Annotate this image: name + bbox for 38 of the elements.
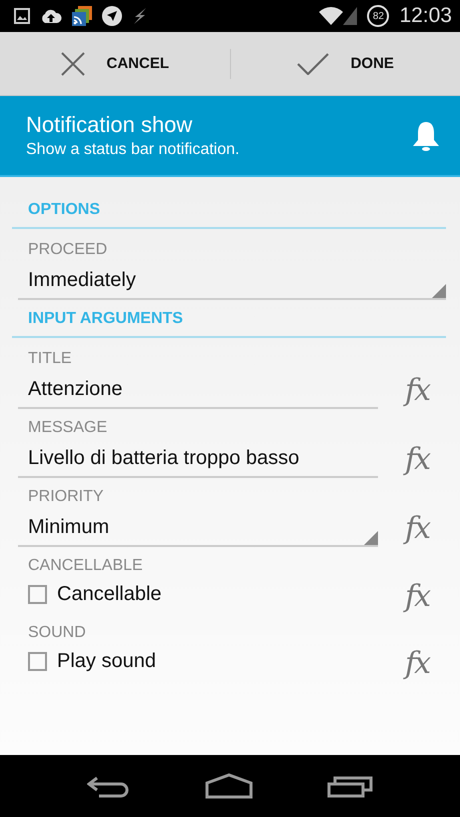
wifi-icon <box>319 7 344 25</box>
header-subtitle: Show a status bar notification. <box>26 141 240 159</box>
section-header: OPTIONS <box>27 201 102 220</box>
checkbox[interactable]: Play sound <box>12 648 156 679</box>
picture-icon <box>14 8 30 24</box>
cancel-button[interactable]: CANCEL <box>0 32 230 95</box>
checkbox[interactable]: Cancellable <box>12 581 162 612</box>
fx-button[interactable]: fx <box>388 511 446 546</box>
signal-icon <box>343 7 358 25</box>
fx-button[interactable]: fx <box>388 373 446 408</box>
text-field[interactable]: Attenzione <box>18 372 378 409</box>
fx-button[interactable]: fx <box>388 579 446 614</box>
field-label: MESSAGE <box>27 419 108 437</box>
field-label: PRIORITY <box>27 488 105 506</box>
lightning-icon <box>132 7 148 25</box>
text-field[interactable]: Livello di batteria troppo basso <box>18 441 378 478</box>
feed-icon <box>72 6 92 26</box>
battery-icon: 82 <box>367 5 390 27</box>
field-label: SOUND <box>27 624 87 642</box>
bell-icon <box>412 120 440 150</box>
recent-apps-icon[interactable] <box>327 774 373 798</box>
back-icon[interactable] <box>87 774 131 798</box>
close-icon <box>60 52 84 76</box>
checkmark-icon <box>296 52 329 74</box>
field-label: PROCEED <box>27 241 108 259</box>
done-button[interactable]: DONE <box>230 32 460 95</box>
field-label: CANCELLABLE <box>27 557 144 575</box>
cloud-upload-icon <box>40 8 62 24</box>
header-title: Notification show <box>26 112 194 138</box>
field-label: TITLE <box>27 350 73 368</box>
dropdown[interactable]: Minimum <box>18 510 378 547</box>
fx-button[interactable]: fx <box>388 646 446 681</box>
home-icon[interactable] <box>205 773 253 799</box>
clock: 12:03 <box>399 4 452 28</box>
dropdown[interactable]: Immediately <box>18 263 446 300</box>
navigation-icon <box>102 6 122 26</box>
section-header: INPUT ARGUMENTS <box>27 310 184 329</box>
fx-button[interactable]: fx <box>388 442 446 477</box>
